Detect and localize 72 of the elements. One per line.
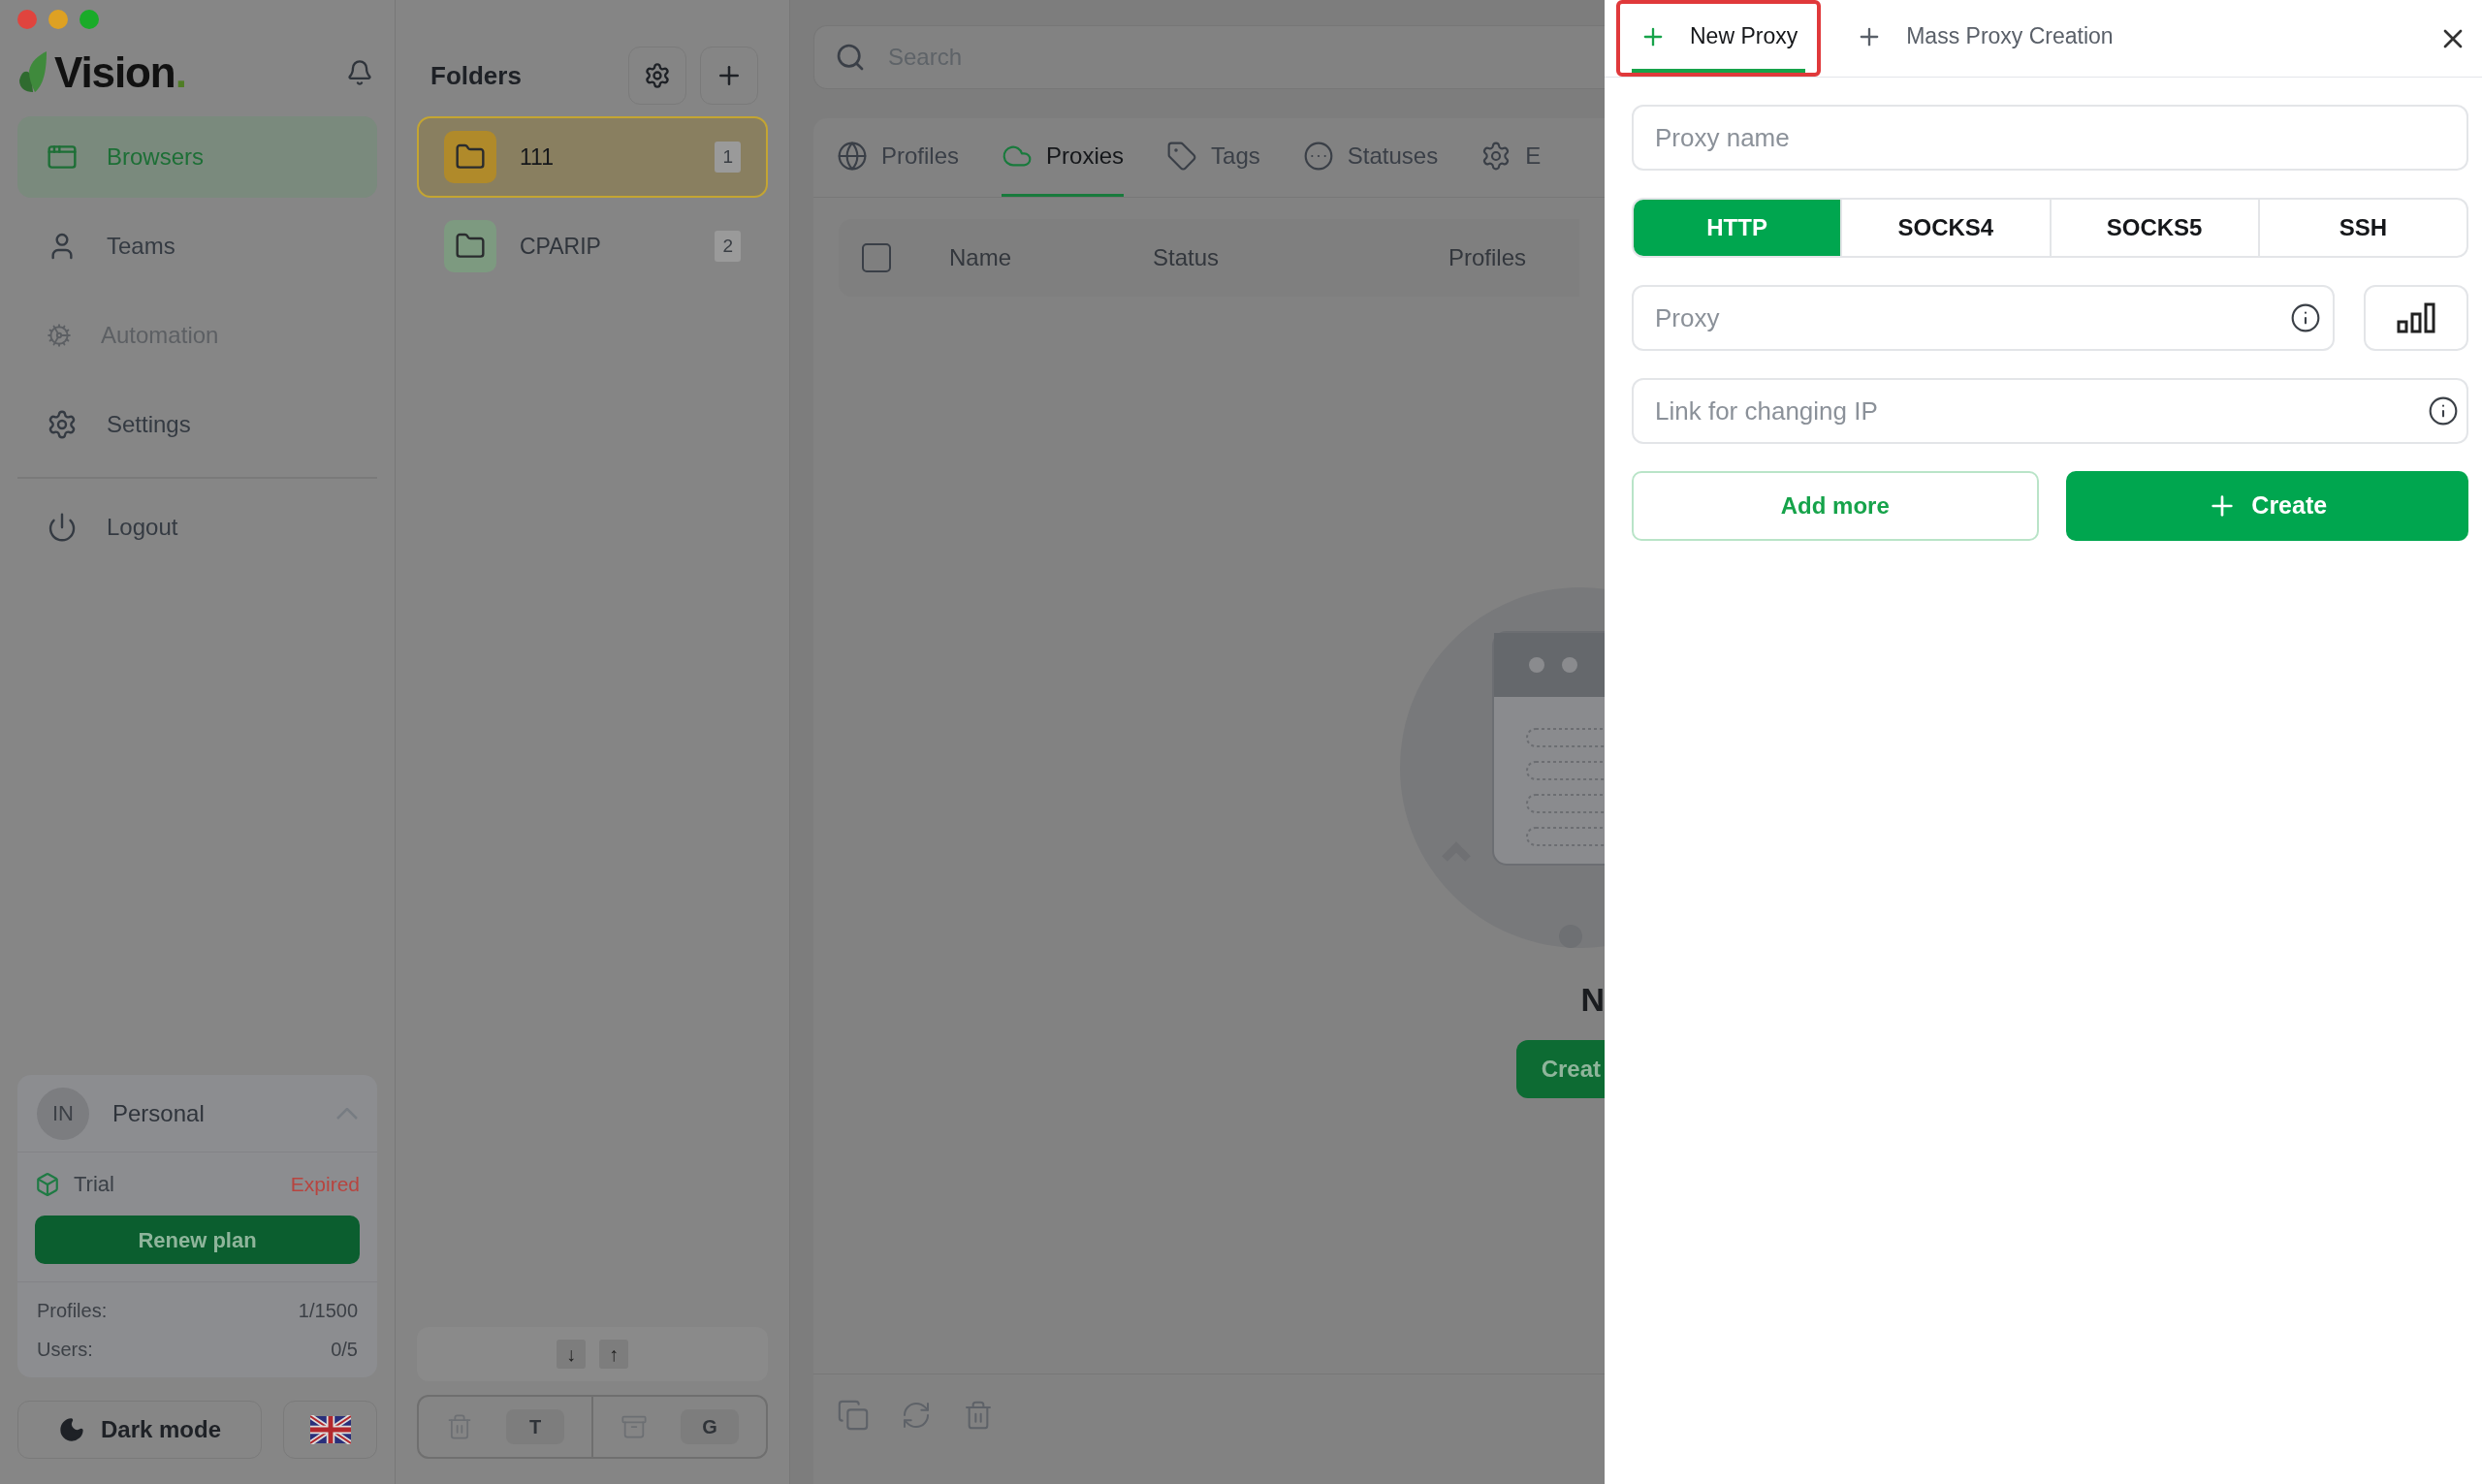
- logo-text: Vision.: [54, 51, 186, 94]
- renew-plan-button[interactable]: Renew plan: [35, 1216, 360, 1264]
- empty-state-title: N: [1580, 980, 1605, 1020]
- column-header: Name: [949, 243, 1013, 272]
- dots-circle-icon: [1302, 141, 1334, 172]
- settings-icon: [644, 62, 671, 89]
- shortcut-key: G: [681, 1409, 739, 1444]
- dark-mode-button[interactable]: Dark mode: [17, 1401, 262, 1459]
- flag-icon: [309, 1415, 351, 1444]
- protocol-option[interactable]: SSH: [2257, 200, 2466, 256]
- nav-item[interactable]: Settings: [17, 384, 377, 465]
- copy-icon[interactable]: [837, 1398, 870, 1432]
- search-icon: [835, 42, 866, 73]
- add-folder-button[interactable]: [700, 47, 758, 105]
- folder-name: CPARIP: [520, 232, 602, 261]
- proxy-field[interactable]: Proxy: [1632, 285, 2335, 351]
- protocol-option[interactable]: SOCKS4: [1840, 200, 2050, 256]
- check-proxy-button[interactable]: [2364, 285, 2468, 351]
- info-icon[interactable]: [2428, 395, 2459, 426]
- account-name: Personal: [112, 1098, 206, 1128]
- shortcut-key: T: [506, 1409, 564, 1444]
- stat-label: Users:: [37, 1338, 93, 1362]
- cube-icon: [35, 1171, 60, 1197]
- folder-icon: [444, 220, 496, 272]
- bar-chart-icon: [2397, 302, 2435, 333]
- sort-button[interactable]: ↑: [599, 1340, 628, 1369]
- folder-settings-button[interactable]: [628, 47, 686, 105]
- logout-item[interactable]: Logout: [17, 487, 377, 568]
- tab[interactable]: Profiles: [837, 118, 960, 197]
- avatar-initials: IN: [37, 1087, 89, 1140]
- change-ip-link-field[interactable]: Link for changing IP: [1632, 378, 2468, 444]
- folders-title: Folders: [430, 59, 522, 92]
- account-header[interactable]: IN Personal: [17, 1075, 377, 1152]
- moon-icon: [57, 1416, 85, 1443]
- drawer-tab[interactable]: Mass Proxy Creation: [1832, 0, 2137, 77]
- add-more-button[interactable]: Add more: [1632, 471, 2039, 541]
- info-icon[interactable]: [2290, 302, 2321, 333]
- folder-item[interactable]: CPARIP 2: [417, 205, 768, 287]
- tag-icon: [1166, 141, 1198, 172]
- proxy-name-field[interactable]: Proxy name: [1632, 105, 2468, 171]
- column-header: Profiles: [1448, 243, 1527, 272]
- notification-bell-icon[interactable]: [346, 59, 373, 86]
- drawer-tab[interactable]: New Proxy: [1616, 0, 1822, 77]
- protocol-option[interactable]: HTTP: [1634, 200, 1841, 256]
- sort-button[interactable]: ↓: [557, 1340, 586, 1369]
- globe-icon: [837, 141, 868, 172]
- minimize-window-button[interactable]: [48, 10, 68, 29]
- language-button[interactable]: [283, 1401, 377, 1459]
- select-all-checkbox[interactable]: [862, 243, 891, 272]
- folder-count: 1: [715, 141, 741, 174]
- tab[interactable]: Proxies: [1002, 118, 1125, 197]
- plan-status: Expired: [290, 1171, 360, 1197]
- folder-count: 2: [715, 230, 741, 263]
- empty-state-button[interactable]: Creat: [1515, 1040, 1605, 1098]
- tab[interactable]: E: [1480, 118, 1542, 197]
- power-icon: [47, 512, 78, 543]
- nav-item[interactable]: Teams: [17, 205, 377, 287]
- folder-name: 111: [520, 142, 555, 172]
- stat-label: Profiles:: [37, 1299, 108, 1323]
- protocol-option[interactable]: SOCKS5: [2049, 200, 2258, 256]
- gears-icon: [47, 323, 72, 348]
- tab[interactable]: Tags: [1166, 118, 1260, 197]
- plan-name: Trial: [74, 1171, 114, 1198]
- stat-value: 1/1500: [298, 1299, 358, 1323]
- folder-icon: [444, 131, 496, 183]
- settings-icon: [47, 409, 78, 440]
- stat-value: 0/5: [331, 1338, 358, 1362]
- folder-item[interactable]: 111 1: [417, 116, 768, 198]
- tab[interactable]: Statuses: [1302, 118, 1439, 197]
- create-proxy-button[interactable]: Create: [2065, 471, 2468, 541]
- column-header: Status: [1153, 243, 1221, 272]
- trash-icon[interactable]: [963, 1399, 994, 1431]
